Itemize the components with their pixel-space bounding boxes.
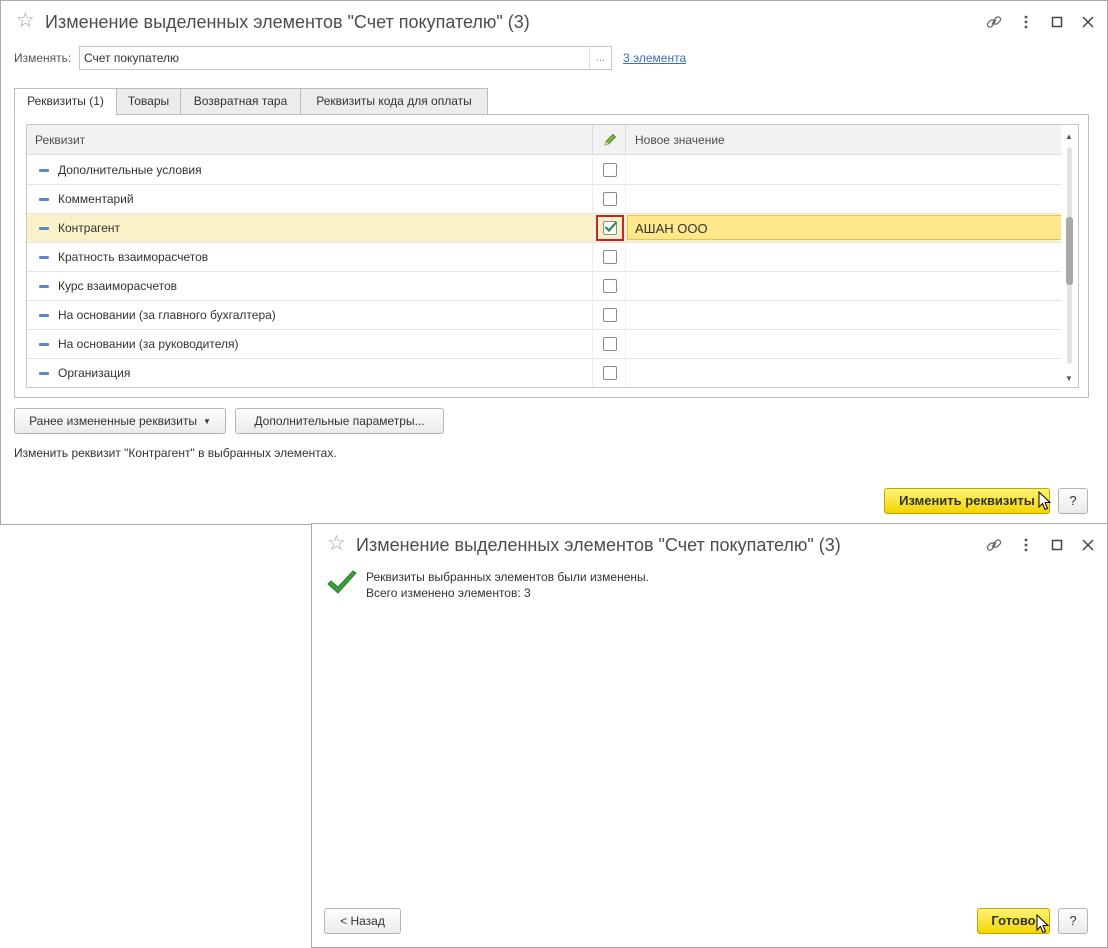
back-button[interactable]: < Назад bbox=[324, 908, 401, 934]
window-title: Изменение выделенных элементов "Счет пок… bbox=[356, 535, 841, 555]
title-bar: ☆ Изменение выделенных элементов "Счет п… bbox=[1, 1, 1107, 43]
table-row[interactable]: На основании (за главного бухгалтера) bbox=[27, 301, 1063, 330]
change-object-field[interactable]: Счет покупателю ... bbox=[79, 46, 612, 70]
change-checkbox[interactable] bbox=[603, 250, 617, 264]
previously-changed-label: Ранее измененные реквизиты bbox=[29, 414, 197, 428]
dropdown-caret-icon: ▼ bbox=[202, 417, 211, 426]
checkbox-cell bbox=[592, 330, 626, 359]
tab-attributes[interactable]: Реквизиты (1) bbox=[14, 88, 117, 116]
change-attributes-window: ☆ Изменение выделенных элементов "Счет п… bbox=[0, 0, 1108, 525]
table-row[interactable]: Организация bbox=[27, 359, 1063, 387]
result-message: Реквизиты выбранных элементов были измен… bbox=[366, 570, 649, 584]
table-row-selected[interactable]: Контрагент АШАН ООО bbox=[27, 214, 1063, 243]
success-check-icon bbox=[327, 570, 357, 594]
change-checkbox[interactable] bbox=[603, 366, 617, 380]
new-value-field[interactable]: АШАН ООО bbox=[627, 215, 1063, 240]
pencil-icon bbox=[604, 133, 617, 146]
change-label: Изменять: bbox=[14, 51, 72, 65]
scroll-thumb[interactable] bbox=[1066, 217, 1073, 285]
more-menu-icon[interactable] bbox=[1017, 536, 1035, 554]
additional-parameters-button[interactable]: Дополнительные параметры... bbox=[235, 408, 444, 434]
table-row[interactable]: На основании (за руководителя) bbox=[27, 330, 1063, 359]
attribute-name: Контрагент bbox=[58, 221, 121, 235]
close-icon[interactable] bbox=[1079, 536, 1097, 554]
change-checkbox[interactable] bbox=[603, 279, 617, 293]
checkbox-cell bbox=[592, 272, 626, 301]
result-window: ☆ Изменение выделенных элементов "Счет п… bbox=[311, 523, 1108, 948]
change-attributes-button[interactable]: Изменить реквизиты bbox=[884, 488, 1050, 514]
change-checkbox[interactable] bbox=[603, 192, 617, 206]
attribute-name: Кратность взаиморасчетов bbox=[58, 250, 209, 264]
table-row[interactable]: Комментарий bbox=[27, 185, 1063, 214]
checkbox-cell bbox=[592, 301, 626, 330]
help-button[interactable]: ? bbox=[1058, 488, 1088, 514]
attribute-name: Дополнительные условия bbox=[58, 163, 202, 177]
attribute-icon bbox=[39, 372, 49, 375]
vertical-scrollbar[interactable]: ▲ ▼ bbox=[1061, 125, 1078, 387]
help-button[interactable]: ? bbox=[1058, 908, 1088, 934]
tab-returnable-packaging[interactable]: Возвратная тара bbox=[180, 88, 301, 115]
mouse-cursor-icon bbox=[1036, 914, 1050, 934]
checkmark-icon bbox=[604, 221, 618, 233]
table-header: Реквизит Новое значение bbox=[27, 125, 1063, 155]
choose-button[interactable]: ... bbox=[589, 47, 611, 69]
table-row[interactable]: Кратность взаиморасчетов bbox=[27, 243, 1063, 272]
scroll-down-arrow-icon[interactable]: ▼ bbox=[1065, 374, 1073, 383]
elements-link[interactable]: 3 элемента bbox=[623, 50, 686, 66]
attributes-tab-panel: Реквизит Новое значение Дополнительные у… bbox=[14, 114, 1089, 398]
attribute-icon bbox=[39, 314, 49, 317]
table-row[interactable]: Курс взаиморасчетов bbox=[27, 272, 1063, 301]
column-header-new-value[interactable]: Новое значение bbox=[635, 133, 725, 147]
attribute-name: На основании (за главного бухгалтера) bbox=[58, 308, 276, 322]
column-header-attribute[interactable]: Реквизит bbox=[35, 133, 85, 147]
attribute-icon bbox=[39, 198, 49, 201]
attribute-name: Комментарий bbox=[58, 192, 134, 206]
maximize-icon[interactable] bbox=[1048, 13, 1066, 31]
favorite-star-icon[interactable]: ☆ bbox=[327, 532, 346, 556]
attribute-name: Курс взаиморасчетов bbox=[58, 279, 178, 293]
change-checkbox[interactable] bbox=[603, 337, 617, 351]
more-menu-icon[interactable] bbox=[1017, 13, 1035, 31]
attribute-icon bbox=[39, 169, 49, 172]
checkbox-cell bbox=[592, 243, 626, 272]
previously-changed-attributes-button[interactable]: Ранее измененные реквизиты ▼ bbox=[14, 408, 226, 434]
table-row[interactable]: Дополнительные условия bbox=[27, 156, 1063, 185]
tab-payment-code-attributes[interactable]: Реквизиты кода для оплаты bbox=[300, 88, 488, 115]
close-icon[interactable] bbox=[1079, 13, 1097, 31]
change-checkbox[interactable] bbox=[603, 308, 617, 322]
attribute-icon bbox=[39, 227, 49, 230]
attribute-icon bbox=[39, 256, 49, 259]
tab-goods[interactable]: Товары bbox=[116, 88, 181, 115]
new-value-text: АШАН ООО bbox=[635, 221, 708, 236]
attribute-icon bbox=[39, 343, 49, 346]
attribute-name: На основании (за руководителя) bbox=[58, 337, 239, 351]
status-text: Изменить реквизит "Контрагент" в выбранн… bbox=[14, 446, 337, 460]
attribute-name: Организация bbox=[58, 366, 131, 380]
mouse-cursor-icon bbox=[1038, 491, 1052, 511]
change-checkbox-checked[interactable] bbox=[603, 221, 618, 235]
result-count: Всего изменено элементов: 3 bbox=[366, 586, 531, 600]
checkbox-cell bbox=[592, 185, 626, 214]
change-checkbox[interactable] bbox=[603, 163, 617, 177]
change-object-value: Счет покупателю bbox=[84, 51, 179, 65]
title-bar: ☆ Изменение выделенных элементов "Счет п… bbox=[312, 524, 1107, 566]
maximize-icon[interactable] bbox=[1048, 536, 1066, 554]
checkbox-cell bbox=[592, 156, 626, 185]
window-title: Изменение выделенных элементов "Счет пок… bbox=[45, 12, 530, 32]
checkbox-cell bbox=[592, 214, 626, 243]
checkbox-cell bbox=[592, 359, 626, 387]
link-icon[interactable] bbox=[985, 536, 1003, 554]
favorite-star-icon[interactable]: ☆ bbox=[16, 9, 35, 33]
attributes-table[interactable]: Реквизит Новое значение Дополнительные у… bbox=[26, 124, 1079, 388]
attribute-icon bbox=[39, 285, 49, 288]
column-header-edit[interactable] bbox=[592, 125, 626, 155]
link-icon[interactable] bbox=[985, 13, 1003, 31]
scroll-up-arrow-icon[interactable]: ▲ bbox=[1065, 132, 1073, 141]
